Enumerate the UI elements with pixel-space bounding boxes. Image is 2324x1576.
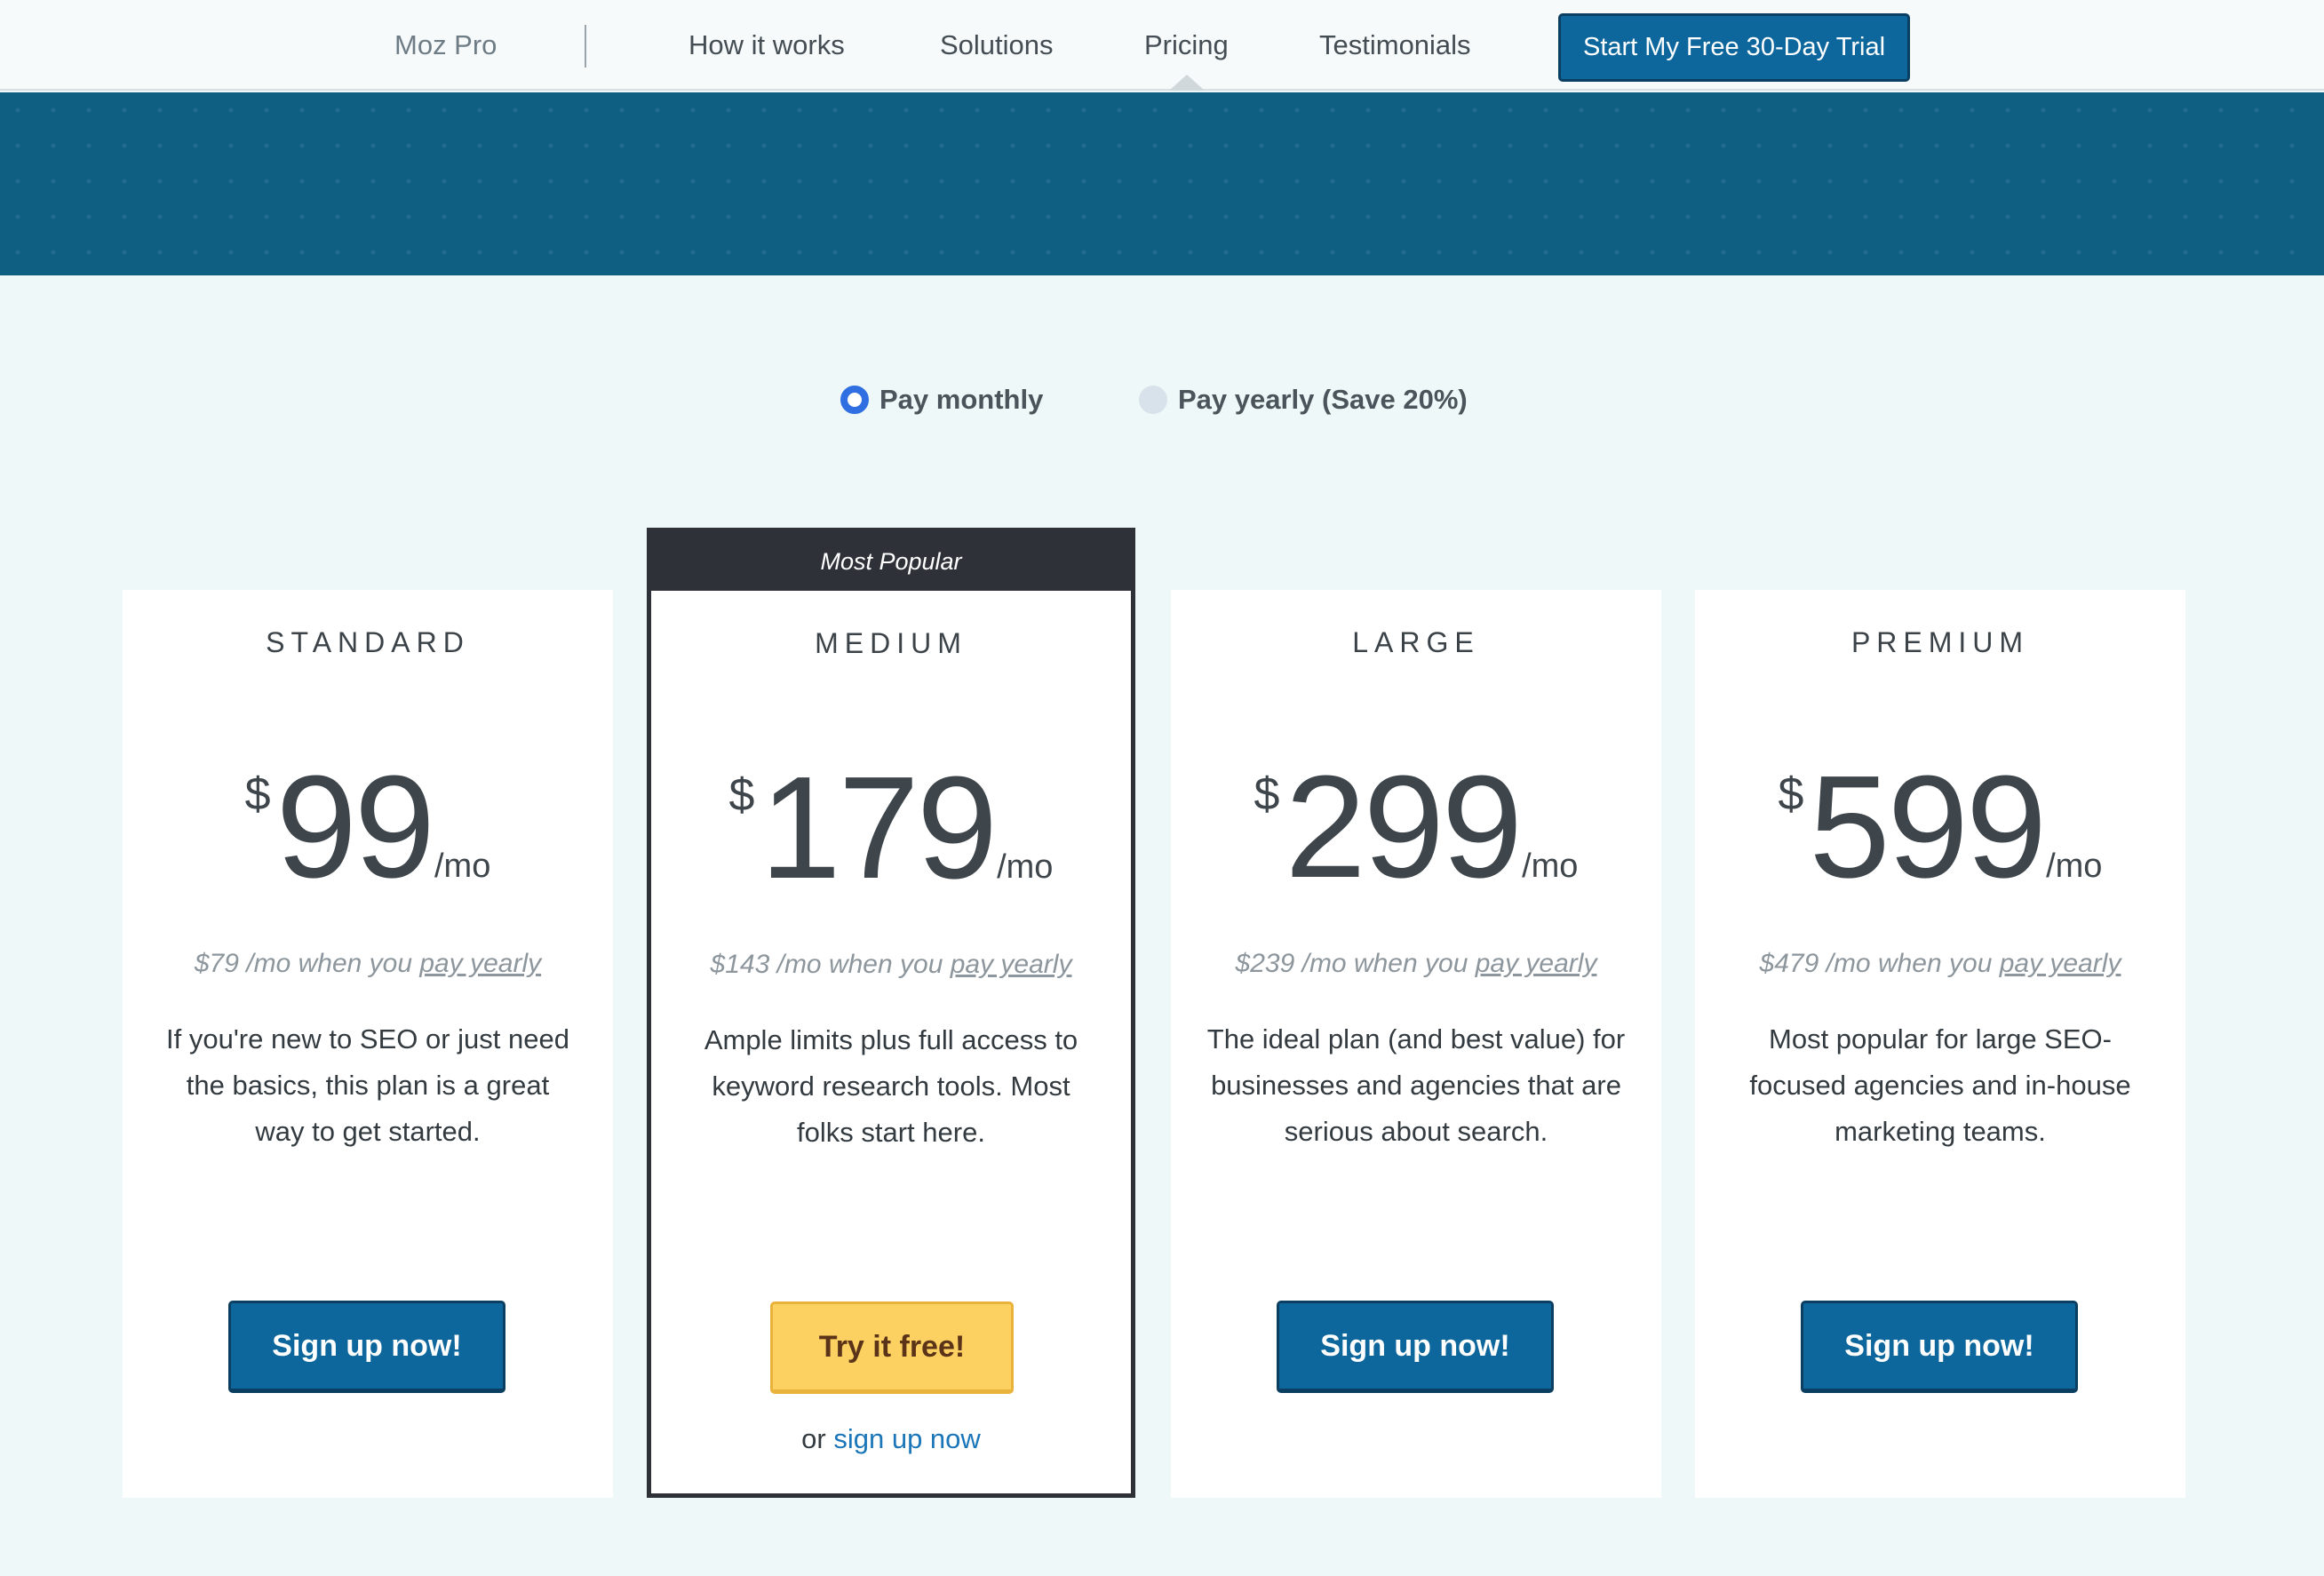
price-amount: 299 [1285, 745, 1523, 908]
price-period: /mo [434, 848, 491, 885]
plan-name: MEDIUM [815, 627, 967, 659]
plan-price: $299/mo [1171, 754, 1661, 900]
nav-link-how-it-works[interactable]: How it works [688, 29, 845, 61]
pay-monthly-label: Pay monthly [879, 384, 1044, 415]
price-period: /mo [1522, 848, 1579, 885]
plan-card-medium: Most Popular MEDIUM $179/mo $143 /mo whe… [647, 528, 1135, 1498]
most-popular-badge: Most Popular [651, 532, 1131, 591]
yearly-price-text: $239 /mo when you [1235, 949, 1476, 978]
nav-link-pricing[interactable]: Pricing [1144, 29, 1229, 61]
yearly-price-note: $479 /mo when you pay yearly [1695, 949, 2185, 979]
price-currency: $ [1254, 768, 1280, 820]
pay-yearly-option[interactable]: Pay yearly (Save 20%) [1139, 384, 1468, 416]
plan-card-standard: STANDARD $99/mo $79 /mo when you pay yea… [123, 590, 613, 1498]
radio-unselected-icon[interactable] [1139, 386, 1167, 414]
yearly-price-text: $143 /mo when you [710, 950, 951, 979]
price-currency: $ [728, 769, 755, 821]
price-currency: $ [1778, 768, 1804, 820]
plan-price: $179/mo [651, 755, 1131, 901]
pay-yearly-link[interactable]: pay yearly [419, 949, 541, 978]
plan-name: PREMIUM [1850, 626, 2030, 658]
price-period: /mo [2046, 848, 2103, 885]
plan-card-large: LARGE $299/mo $239 /mo when you pay year… [1171, 590, 1661, 1498]
yearly-price-text: $479 /mo when you [1759, 949, 2000, 978]
plan-card-premium: PREMIUM $599/mo $479 /mo when you pay ye… [1695, 590, 2185, 1498]
start-free-trial-button[interactable]: Start My Free 30-Day Trial [1558, 13, 1910, 82]
price-amount: 179 [760, 746, 998, 909]
radio-selected-icon[interactable] [840, 386, 869, 414]
price-currency: $ [244, 768, 271, 820]
plan-description: Most popular for large SEO-focused agenc… [1749, 1023, 2131, 1147]
try-it-free-button[interactable]: Try it free! [770, 1301, 1014, 1394]
nav-link-solutions[interactable]: Solutions [940, 29, 1054, 61]
top-navigation: Moz Pro How it works Solutions Pricing T… [0, 0, 2324, 91]
pay-yearly-label: Pay yearly (Save 20%) [1178, 384, 1468, 415]
pay-yearly-link[interactable]: pay yearly [2000, 949, 2121, 978]
yearly-price-note: $79 /mo when you pay yearly [123, 949, 613, 979]
yearly-price-note: $143 /mo when you pay yearly [651, 950, 1131, 980]
sign-up-button-premium[interactable]: Sign up now! [1801, 1301, 2078, 1393]
active-nav-caret-icon [1169, 75, 1205, 91]
yearly-price-note: $239 /mo when you pay yearly [1171, 949, 1661, 979]
plan-price: $99/mo [123, 754, 613, 900]
nav-brand[interactable]: Moz Pro [394, 29, 497, 61]
alt-signup-line: or sign up now [651, 1423, 1131, 1455]
nav-link-testimonials[interactable]: Testimonials [1319, 29, 1471, 61]
yearly-price-text: $79 /mo when you [194, 949, 420, 978]
pay-monthly-option[interactable]: Pay monthly [840, 384, 1043, 416]
nav-divider [585, 25, 586, 68]
plan-description: Ample limits plus full access to keyword… [704, 1024, 1078, 1148]
price-period: /mo [997, 848, 1054, 886]
sign-up-now-link[interactable]: sign up now [833, 1423, 980, 1454]
sign-up-button-standard[interactable]: Sign up now! [228, 1301, 505, 1393]
price-amount: 599 [1809, 745, 2047, 908]
plan-description: If you're new to SEO or just need the ba… [166, 1023, 569, 1147]
plan-name: LARGE [1352, 626, 1480, 658]
plan-price: $599/mo [1695, 754, 2185, 900]
hero-banner [0, 92, 2324, 275]
plan-description: The ideal plan (and best value) for busi… [1206, 1023, 1626, 1147]
pay-yearly-link[interactable]: pay yearly [1476, 949, 1597, 978]
pay-yearly-link[interactable]: pay yearly [951, 950, 1072, 979]
price-amount: 99 [275, 745, 435, 908]
sign-up-button-large[interactable]: Sign up now! [1277, 1301, 1554, 1393]
alt-signup-prefix: or [801, 1423, 834, 1454]
plan-name: STANDARD [266, 626, 470, 658]
